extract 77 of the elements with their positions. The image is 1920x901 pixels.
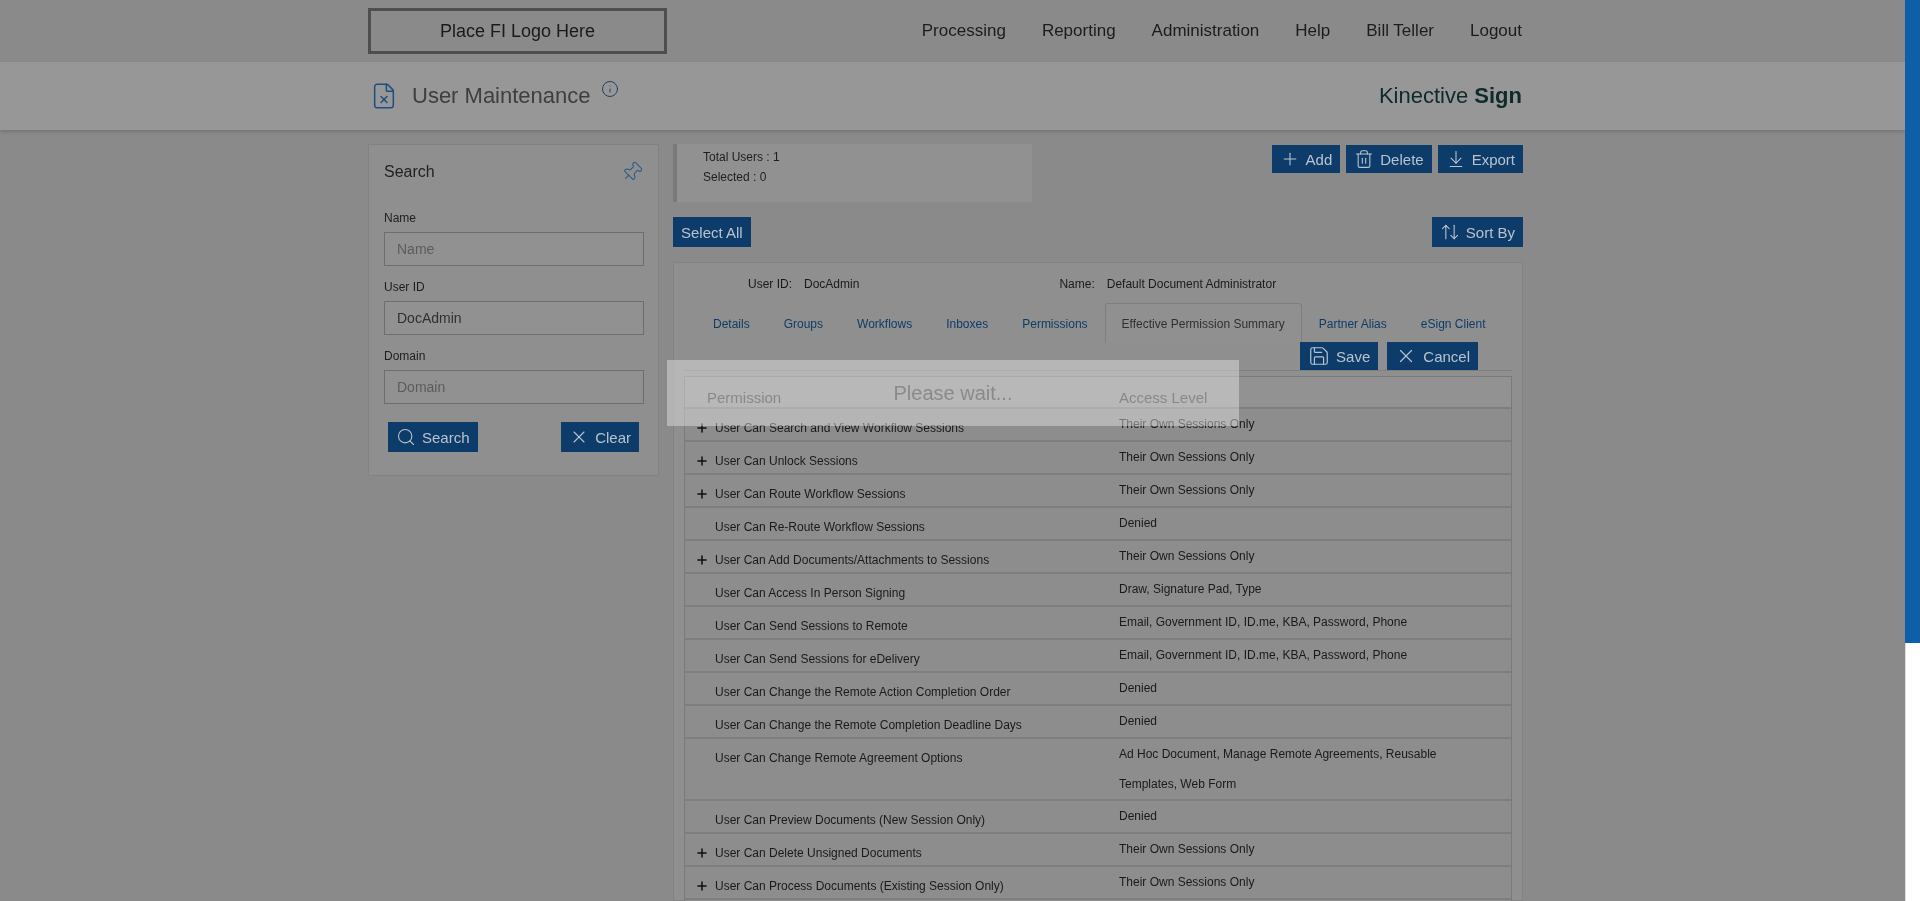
table-cell: User Can Send Sessions to Remote	[715, 618, 908, 634]
brand-name: Kinective Sign	[1378, 83, 1522, 109]
expand-icon[interactable]	[695, 553, 709, 567]
expand-icon[interactable]	[695, 879, 709, 893]
table-cell-text: Email, Government ID, ID.me, KBA, Password, Phone	[1119, 614, 1408, 631]
clear-button[interactable]: Clear	[561, 422, 639, 452]
tab[interactable]: Groups	[766, 303, 841, 343]
table-cell: User Can Unlock Sessions	[715, 453, 858, 469]
expand-icon[interactable]	[695, 487, 709, 501]
table-cell-text: Their Own Sessions Only	[1119, 449, 1255, 466]
table-cell-text: Denied	[1119, 808, 1158, 825]
table-cell-text: Their Own Sessions Only	[1119, 874, 1255, 891]
nav-link[interactable]: Logout	[1470, 21, 1522, 41]
table-cell: User Can Process Documents (Existing Session Only)	[715, 878, 1004, 894]
table-cell-text: Their Own Sessions Only	[1119, 841, 1255, 858]
nav-link[interactable]: Reporting	[1041, 21, 1116, 41]
tab[interactable]: Permissions	[1005, 303, 1105, 343]
nav-link[interactable]: Bill Teller	[1366, 21, 1434, 41]
logo: Place FI Logo Here	[368, 8, 667, 54]
table-cell: User Can Send Sessions for eDelivery	[715, 651, 920, 667]
table-cell: User Can Search and View Workflow Sessions	[715, 420, 964, 436]
table-cell-text: Denied	[1119, 515, 1158, 532]
table-cell-text: Denied	[1119, 680, 1158, 697]
tab[interactable]: Workflows	[840, 303, 930, 343]
stat-text: Selected : 0	[703, 170, 768, 184]
field-label: User ID:	[748, 277, 792, 291]
cancel-button[interactable]: Cancel	[1387, 342, 1478, 370]
tab[interactable]: Details	[696, 303, 767, 343]
search-button[interactable]: Search	[388, 422, 478, 452]
table-cell: User Can Preview Documents (New Session Only)	[715, 812, 986, 828]
expand-icon[interactable]	[695, 421, 709, 435]
scrollbar-thumb[interactable]	[1905, 0, 1920, 643]
table-cell: User Can Add Documents/Attachments to Sessions	[715, 552, 990, 568]
tab[interactable]: Effective Permission Summary	[1104, 303, 1302, 343]
trash-icon	[1354, 149, 1375, 169]
info-icon[interactable]	[600, 80, 619, 98]
search-icon	[396, 427, 416, 447]
table-cell: User Can Delete Unsigned Documents	[715, 845, 922, 861]
table-cell: User Can Route Workflow Sessions	[715, 486, 906, 502]
user-id: DocAdmin	[804, 277, 860, 291]
field-label: User ID	[384, 280, 426, 294]
toolbar-button[interactable]: Delete	[1346, 145, 1432, 173]
table-cell: User Can Change the Remote Completion Deadline Days	[715, 717, 1022, 733]
table-cell-text: Draw, Signature Pad, Type	[1119, 581, 1262, 598]
save-button[interactable]: Save	[1300, 342, 1379, 370]
tab[interactable]: Partner Alias	[1301, 303, 1404, 343]
sort-icon	[1439, 222, 1460, 242]
table-cell-text: Their Own Sessions Only	[1119, 548, 1255, 565]
nav-link[interactable]: Help	[1295, 21, 1331, 41]
nav-link[interactable]: Processing	[921, 21, 1006, 41]
toolbar-button[interactable]: Add	[1271, 145, 1341, 173]
user-name: Default Document Administrator	[1106, 277, 1277, 291]
field-label: Domain	[384, 349, 427, 363]
table-cell-text: Their Own Sessions Only	[1119, 416, 1255, 433]
save-icon	[1308, 345, 1331, 367]
panel-title: Search	[384, 163, 435, 181]
nav-link[interactable]: Administration	[1151, 21, 1260, 41]
select-all-button[interactable]: Select All	[673, 217, 751, 247]
input-field[interactable]: DocAdmin	[384, 301, 644, 335]
table-cell-text: Denied	[1119, 713, 1158, 730]
field-label: Name	[384, 211, 417, 225]
table-cell: User Can Access In Person Signing	[715, 585, 906, 601]
stat-text: Total Users : 1	[703, 150, 781, 164]
table-cell-text: Email, Government ID, ID.me, KBA, Password, Phone	[1119, 647, 1408, 664]
table-cell: User Can Change Remote Agreement Options	[715, 750, 963, 766]
tab[interactable]: eSign Client	[1403, 303, 1503, 343]
table-cell: User Can Change the Remote Action Completion Order	[715, 684, 1011, 700]
field-label: Name:	[1059, 277, 1095, 291]
page-title: User Maintenance	[412, 83, 591, 109]
sort-button[interactable]: Sort By	[1431, 217, 1523, 247]
table-cell-text: Their Own Sessions Only	[1119, 482, 1255, 499]
toolbar-button[interactable]: Export	[1437, 145, 1523, 173]
tab[interactable]: Inboxes	[929, 303, 1006, 343]
table-cell: User Can Re-Route Workflow Sessions	[715, 519, 925, 535]
expand-icon[interactable]	[695, 454, 709, 468]
table-cell-text: Ad Hoc Document, Manage Remote Agreements, Reusable Templates, Web Form	[1119, 746, 1438, 793]
expand-icon[interactable]	[695, 846, 709, 860]
